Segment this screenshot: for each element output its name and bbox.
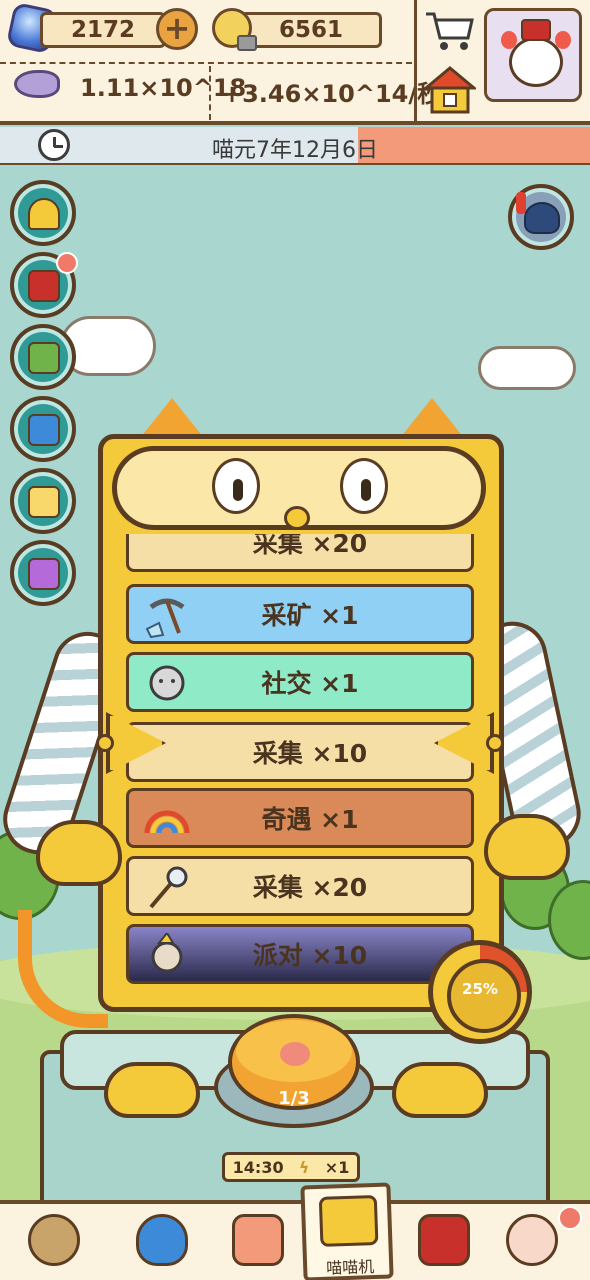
reel-row-label: 社交 ×1: [261, 669, 359, 698]
bottom-nav: [0, 1200, 590, 1280]
treasure-chest-icon: [28, 270, 60, 302]
robot-button[interactable]: [508, 184, 574, 250]
gift-icon: [28, 558, 60, 590]
paw-print-icon: [280, 1042, 310, 1066]
reel-row: 奇遇 ×1: [126, 788, 474, 848]
nav-temple-item[interactable]: [218, 1208, 298, 1280]
reel-row: 采集 ×20: [126, 856, 474, 916]
reel-row-label: 派对 ×10: [252, 941, 368, 970]
progress-percent: 25%: [462, 980, 498, 998]
reel-row-label: 采集 ×20: [252, 873, 368, 902]
checklist-icon: [28, 342, 60, 374]
cheese-icon: [28, 198, 60, 230]
house-icon[interactable]: [424, 64, 476, 116]
nav-potion-item[interactable]: [122, 1208, 202, 1280]
multiplier-text: ×1: [324, 1157, 350, 1177]
nav-active-label: 喵喵机: [325, 1257, 375, 1278]
left-paw: [36, 820, 122, 886]
date-bar: 喵元7年12月6日: [0, 127, 590, 165]
checklist-button[interactable]: [10, 324, 76, 390]
right-paw: [484, 814, 570, 880]
cheese-button[interactable]: [10, 180, 76, 246]
robot-icon: [524, 202, 560, 234]
cat-machine-icon: [318, 1194, 379, 1247]
alert-icon: [516, 192, 526, 214]
notification-dot: [558, 1206, 582, 1230]
fish-rate: +3.46×10^14/秒: [222, 80, 442, 108]
treasure-chest-button[interactable]: [10, 252, 78, 318]
rainbow-icon: [144, 810, 190, 834]
potion-icon: [136, 1214, 188, 1266]
reel-row: 采矿 ×1: [126, 584, 474, 644]
reel-row: 采集 ×10: [126, 722, 474, 782]
gem-count: 2172: [40, 12, 166, 48]
resource-panel: 2172 + 6561 1.11×10^18 +3.46×10^14/秒: [0, 0, 590, 125]
pointer-knob: [96, 734, 114, 752]
ranking-podium-icon: [28, 414, 60, 446]
pointer-knob: [486, 734, 504, 752]
cats-icon: [506, 1214, 558, 1266]
reward-reel: 采集 ×20 采矿 ×1 社交 ×1 采集 ×10 奇遇 ×1 采集 ×20 派…: [122, 534, 478, 994]
money-bag-cart-icon: [28, 1214, 80, 1266]
cat-character-icon: [149, 665, 185, 701]
timer-tag: 14:30 ϟ ×1: [222, 1152, 360, 1182]
reel-row-label: 采矿 ×1: [261, 601, 359, 630]
press-counter: 1/3: [278, 1088, 310, 1109]
notification-dot: [56, 252, 78, 274]
gift-button[interactable]: [10, 540, 76, 606]
coin-count: 6561: [240, 12, 382, 48]
left-eye: [212, 458, 260, 514]
temple-icon: [232, 1214, 284, 1266]
timer-text: 14:30: [232, 1157, 284, 1177]
game-date: 喵元7年12月6日: [212, 138, 378, 163]
reel-row: 派对 ×10: [126, 924, 474, 984]
avatar[interactable]: [484, 8, 582, 102]
divider: [0, 62, 412, 64]
nav-cat-machine-item[interactable]: 喵喵机: [300, 1182, 394, 1280]
ranking-button[interactable]: [10, 396, 76, 462]
reel-row-label: 奇遇 ×1: [261, 805, 359, 834]
nav-cart-item[interactable]: [14, 1208, 94, 1280]
net-icon: [149, 866, 188, 909]
nav-book-item[interactable]: [404, 1208, 484, 1280]
cloud: [478, 346, 576, 390]
machine-nose: [284, 506, 310, 530]
right-foot: [392, 1062, 488, 1118]
party-cat-icon: [151, 933, 183, 973]
reel-row: 采集 ×20: [126, 534, 474, 572]
lightbulb-icon: [212, 8, 257, 51]
book-icon: [418, 1214, 470, 1266]
right-eye: [340, 458, 388, 514]
reel-row: 社交 ×1: [126, 652, 474, 712]
shopping-cart-icon[interactable]: [424, 8, 476, 54]
mail-icon: [28, 486, 60, 518]
divider: [414, 0, 417, 122]
reel-row-label: 采集 ×10: [252, 739, 368, 768]
lightning-icon: ϟ: [298, 1157, 310, 1177]
mail-button[interactable]: [10, 468, 76, 534]
left-foot: [104, 1062, 200, 1118]
fish-icon: [14, 70, 60, 98]
pickaxe-icon: [145, 598, 185, 639]
add-gems-button[interactable]: +: [156, 8, 198, 50]
reel-row-label: 采集 ×20: [252, 534, 368, 558]
